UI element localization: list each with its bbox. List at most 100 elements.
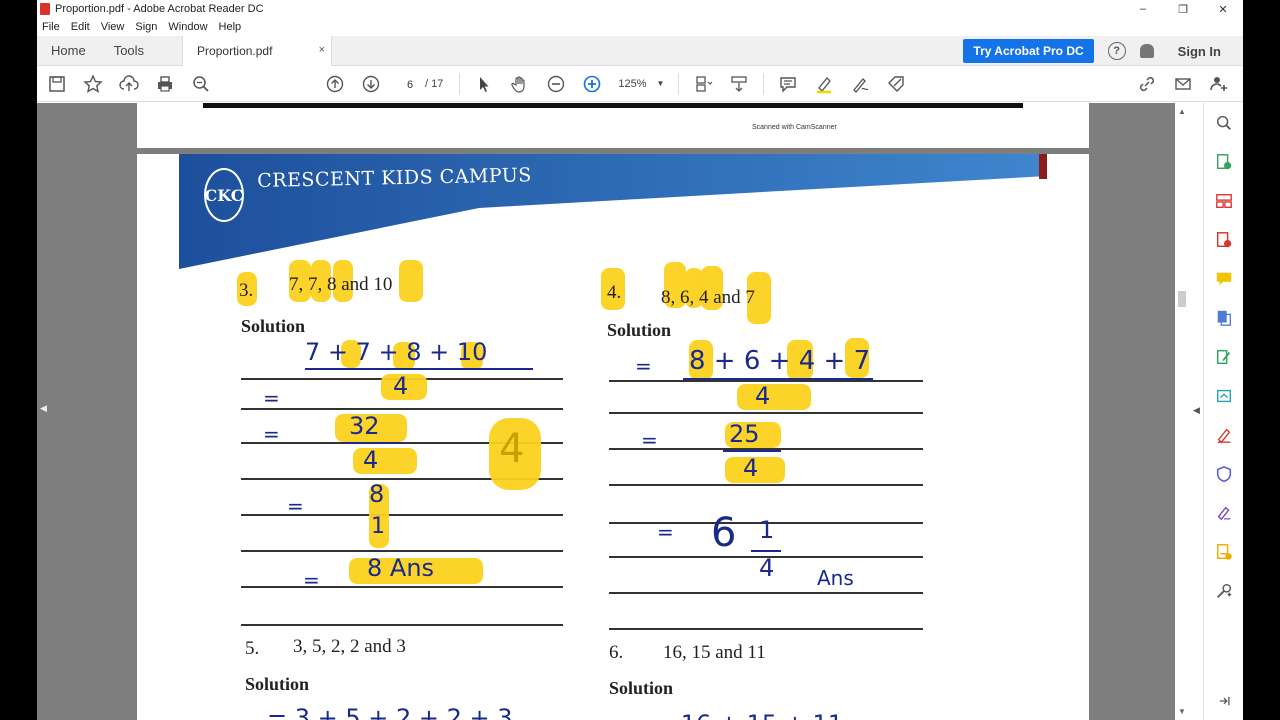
search-tool-icon[interactable] (1204, 103, 1243, 142)
equals-sign: = (641, 428, 658, 452)
draw-pen-icon[interactable] (842, 66, 878, 102)
menu-view[interactable]: View (101, 21, 125, 33)
fraction-bar (751, 550, 781, 552)
collapse-pane-icon[interactable] (1204, 681, 1243, 720)
try-acrobat-pro-button[interactable]: Try Acrobat Pro DC (963, 39, 1094, 63)
sign-in-link[interactable]: Sign In (1178, 44, 1221, 59)
handwritten-numerator: 32 (349, 412, 380, 440)
question-5-number: 5. (245, 638, 260, 659)
request-signatures-icon[interactable] (1204, 532, 1243, 571)
toolbar-divider (459, 72, 461, 95)
help-icon[interactable]: ? (1107, 42, 1126, 60)
zoom-in-icon[interactable] (574, 66, 610, 102)
menu-window[interactable]: Window (168, 21, 207, 33)
left-black-border (0, 0, 37, 720)
zoom-out-icon[interactable] (538, 66, 574, 102)
school-logo: CKC (204, 168, 244, 222)
fill-and-sign-icon[interactable] (1204, 415, 1243, 454)
equals-sign: = (263, 386, 280, 410)
tab-home[interactable]: Home (37, 36, 100, 66)
comment-tool-icon[interactable] (1204, 259, 1243, 298)
chevron-down-icon: ▼ (656, 79, 665, 88)
menu-help[interactable]: Help (219, 21, 242, 33)
ruled-line (241, 408, 563, 410)
page-edge-band (203, 103, 1023, 108)
question-4-number: 4. (607, 282, 622, 303)
page-display-icon[interactable] (685, 66, 721, 102)
document-viewport[interactable]: ◀ Scanned with CamScanner CKC CRESCENT K… (37, 103, 1175, 720)
equals-sign: = (635, 354, 652, 378)
create-pdf-icon[interactable] (1204, 220, 1243, 259)
equals-sign: = (263, 422, 280, 446)
upload-cloud-icon[interactable] (111, 66, 147, 102)
bookmark-star-icon[interactable] (75, 66, 111, 102)
comment-icon[interactable] (770, 66, 806, 102)
close-tab-icon[interactable]: × (319, 44, 325, 56)
add-user-icon[interactable] (1201, 66, 1237, 102)
menu-sign[interactable]: Sign (135, 21, 157, 33)
hand-tool-icon[interactable] (502, 66, 538, 102)
search-icon[interactable] (183, 66, 219, 102)
ruled-line (241, 586, 563, 588)
menu-file[interactable]: File (42, 21, 60, 33)
select-cursor-icon[interactable] (466, 66, 502, 102)
solution-label: Solution (609, 678, 674, 698)
restore-icon[interactable]: ❐ (1163, 0, 1203, 18)
next-page-icon[interactable] (353, 66, 389, 102)
right-panel-toggle-icon[interactable]: ◀ (1193, 405, 1200, 416)
handwritten-sum: 8 + 6 + 4 + 7 (689, 346, 871, 376)
previous-page-icon[interactable] (317, 66, 353, 102)
zoom-select[interactable]: 125% ▼ (618, 78, 664, 90)
handwritten-denominator: 1 (371, 514, 385, 539)
tab-tools[interactable]: Tools (100, 36, 158, 66)
print-icon[interactable] (147, 66, 183, 102)
toolbar-divider (763, 72, 765, 95)
edit-pdf-icon[interactable] (1204, 337, 1243, 376)
scroll-down-icon[interactable]: ▼ (1178, 707, 1186, 716)
minimize-icon[interactable]: – (1123, 0, 1163, 18)
vertical-scrollbar[interactable]: ▲ ▼ (1175, 103, 1189, 720)
solution-label: Solution (607, 320, 672, 340)
highlight-mark (737, 384, 811, 410)
left-panel-toggle-icon[interactable]: ◀ (40, 403, 47, 414)
handwritten-denominator: 4 (755, 382, 771, 410)
question-5-text: 3, 5, 2, 2 and 3 (293, 636, 406, 657)
notification-bell-icon[interactable] (1139, 44, 1154, 58)
email-icon[interactable] (1165, 66, 1201, 102)
page-number-input[interactable]: 6 (397, 73, 423, 94)
tab-document[interactable]: Proportion.pdf × (182, 35, 333, 66)
window-controls: – ❐ ✕ (1123, 0, 1243, 18)
ruled-line (609, 412, 923, 414)
menu-bar: File Edit View Sign Window Help (37, 18, 1243, 36)
handwritten-sum: = 16 + 15 + 11 (653, 710, 843, 720)
protect-shield-icon[interactable] (1204, 454, 1243, 493)
save-icon[interactable] (39, 66, 75, 102)
page-total-label: / 17 (425, 77, 444, 90)
handwritten-side-number: 4 (499, 426, 525, 472)
combine-files-icon[interactable] (1204, 298, 1243, 337)
more-tools-icon[interactable] (1204, 571, 1243, 610)
scroll-up-icon[interactable]: ▲ (1178, 107, 1186, 116)
signature-pen-icon[interactable] (1204, 493, 1243, 532)
export-pdf-icon[interactable] (1204, 142, 1243, 181)
window-title: Proportion.pdf - Adobe Acrobat Reader DC (55, 3, 264, 15)
right-black-border (1243, 0, 1280, 720)
organize-pages-icon[interactable] (1204, 181, 1243, 220)
ruled-line (241, 550, 563, 552)
scroll-mode-icon[interactable] (721, 66, 757, 102)
share-link-icon[interactable] (1129, 66, 1165, 102)
handwritten-fraction-denominator: 4 (759, 554, 775, 582)
handwritten-denominator: 4 (363, 446, 379, 474)
equals-sign: = (303, 568, 320, 592)
scrollbar-thumb[interactable] (1178, 291, 1186, 307)
solution-label: Solution (241, 316, 306, 336)
fraction-bar (343, 442, 405, 444)
send-for-review-icon[interactable] (1204, 376, 1243, 415)
highlighter-icon[interactable] (806, 66, 842, 102)
ruled-line (609, 484, 923, 486)
fill-sign-icon[interactable] (878, 66, 914, 102)
close-window-icon[interactable]: ✕ (1203, 0, 1243, 18)
menu-edit[interactable]: Edit (71, 21, 90, 33)
previous-page: Scanned with CamScanner (137, 103, 1089, 148)
toolbar-divider (678, 72, 680, 95)
